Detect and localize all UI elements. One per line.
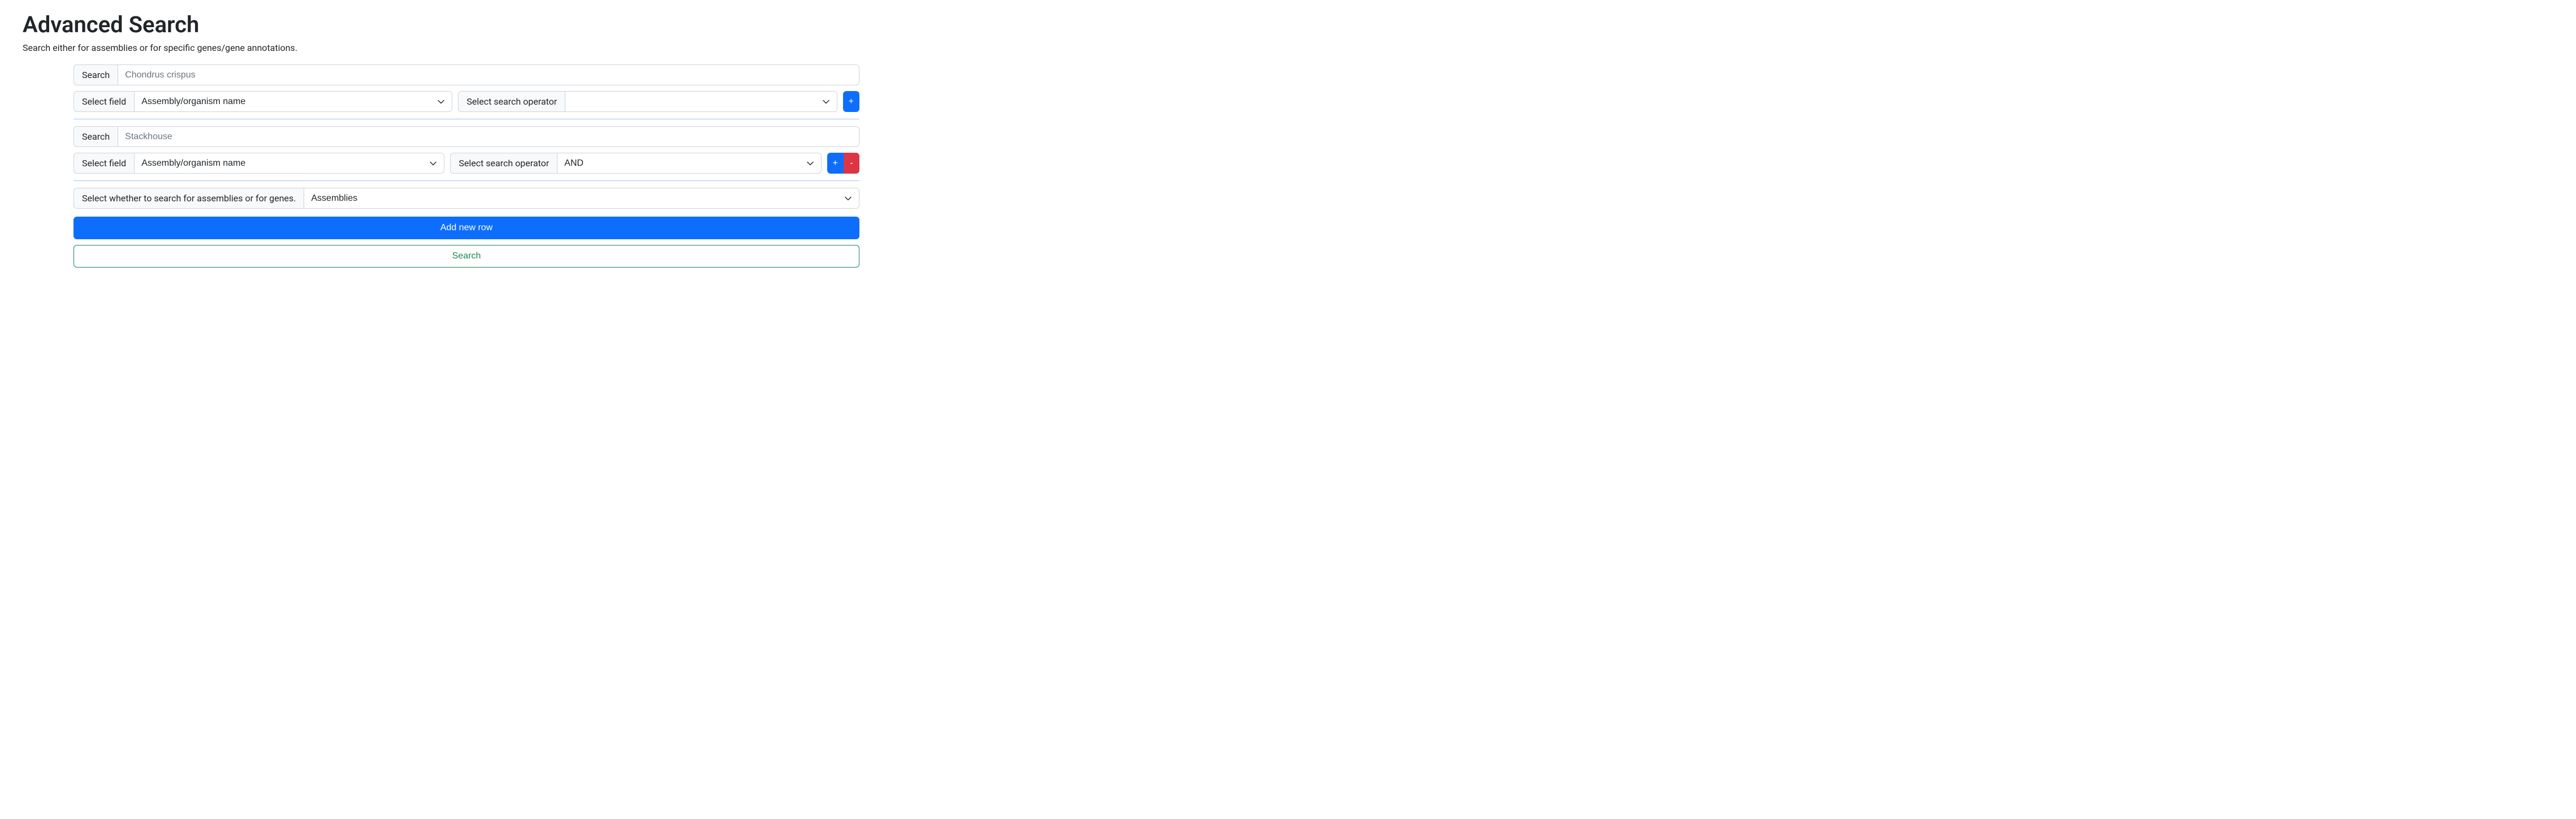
select-operator-label: Select search operator: [450, 153, 557, 174]
select-field-label: Select field: [74, 91, 135, 112]
select-field-dropdown[interactable]: Assembly/organism name: [134, 153, 444, 174]
select-operator-dropdown[interactable]: AND: [557, 153, 821, 174]
select-operator-label: Select search operator: [458, 91, 565, 112]
search-type-dropdown[interactable]: Assemblies: [304, 188, 859, 209]
add-row-inline-button[interactable]: +: [827, 153, 844, 174]
page-subtitle: Search either for assemblies or for spec…: [23, 42, 859, 53]
divider: [74, 180, 859, 181]
search-label: Search: [74, 64, 118, 85]
search-row: Search Select field Assembly/organism na…: [74, 64, 859, 112]
search-label: Search: [74, 126, 118, 147]
search-input[interactable]: [118, 64, 859, 85]
add-new-row-button[interactable]: Add new row: [74, 217, 859, 239]
add-row-inline-button[interactable]: +: [843, 91, 859, 112]
search-input[interactable]: [118, 126, 859, 147]
select-field-label: Select field: [74, 153, 135, 174]
select-type-label: Select whether to search for assemblies …: [74, 188, 304, 209]
select-operator-dropdown[interactable]: [565, 91, 837, 112]
search-button[interactable]: Search: [74, 245, 859, 268]
select-field-dropdown[interactable]: Assembly/organism name: [134, 91, 452, 112]
search-row: Search Select field Assembly/organism na…: [74, 126, 859, 174]
page-title: Advanced Search: [23, 11, 859, 38]
remove-row-button[interactable]: -: [844, 153, 859, 174]
